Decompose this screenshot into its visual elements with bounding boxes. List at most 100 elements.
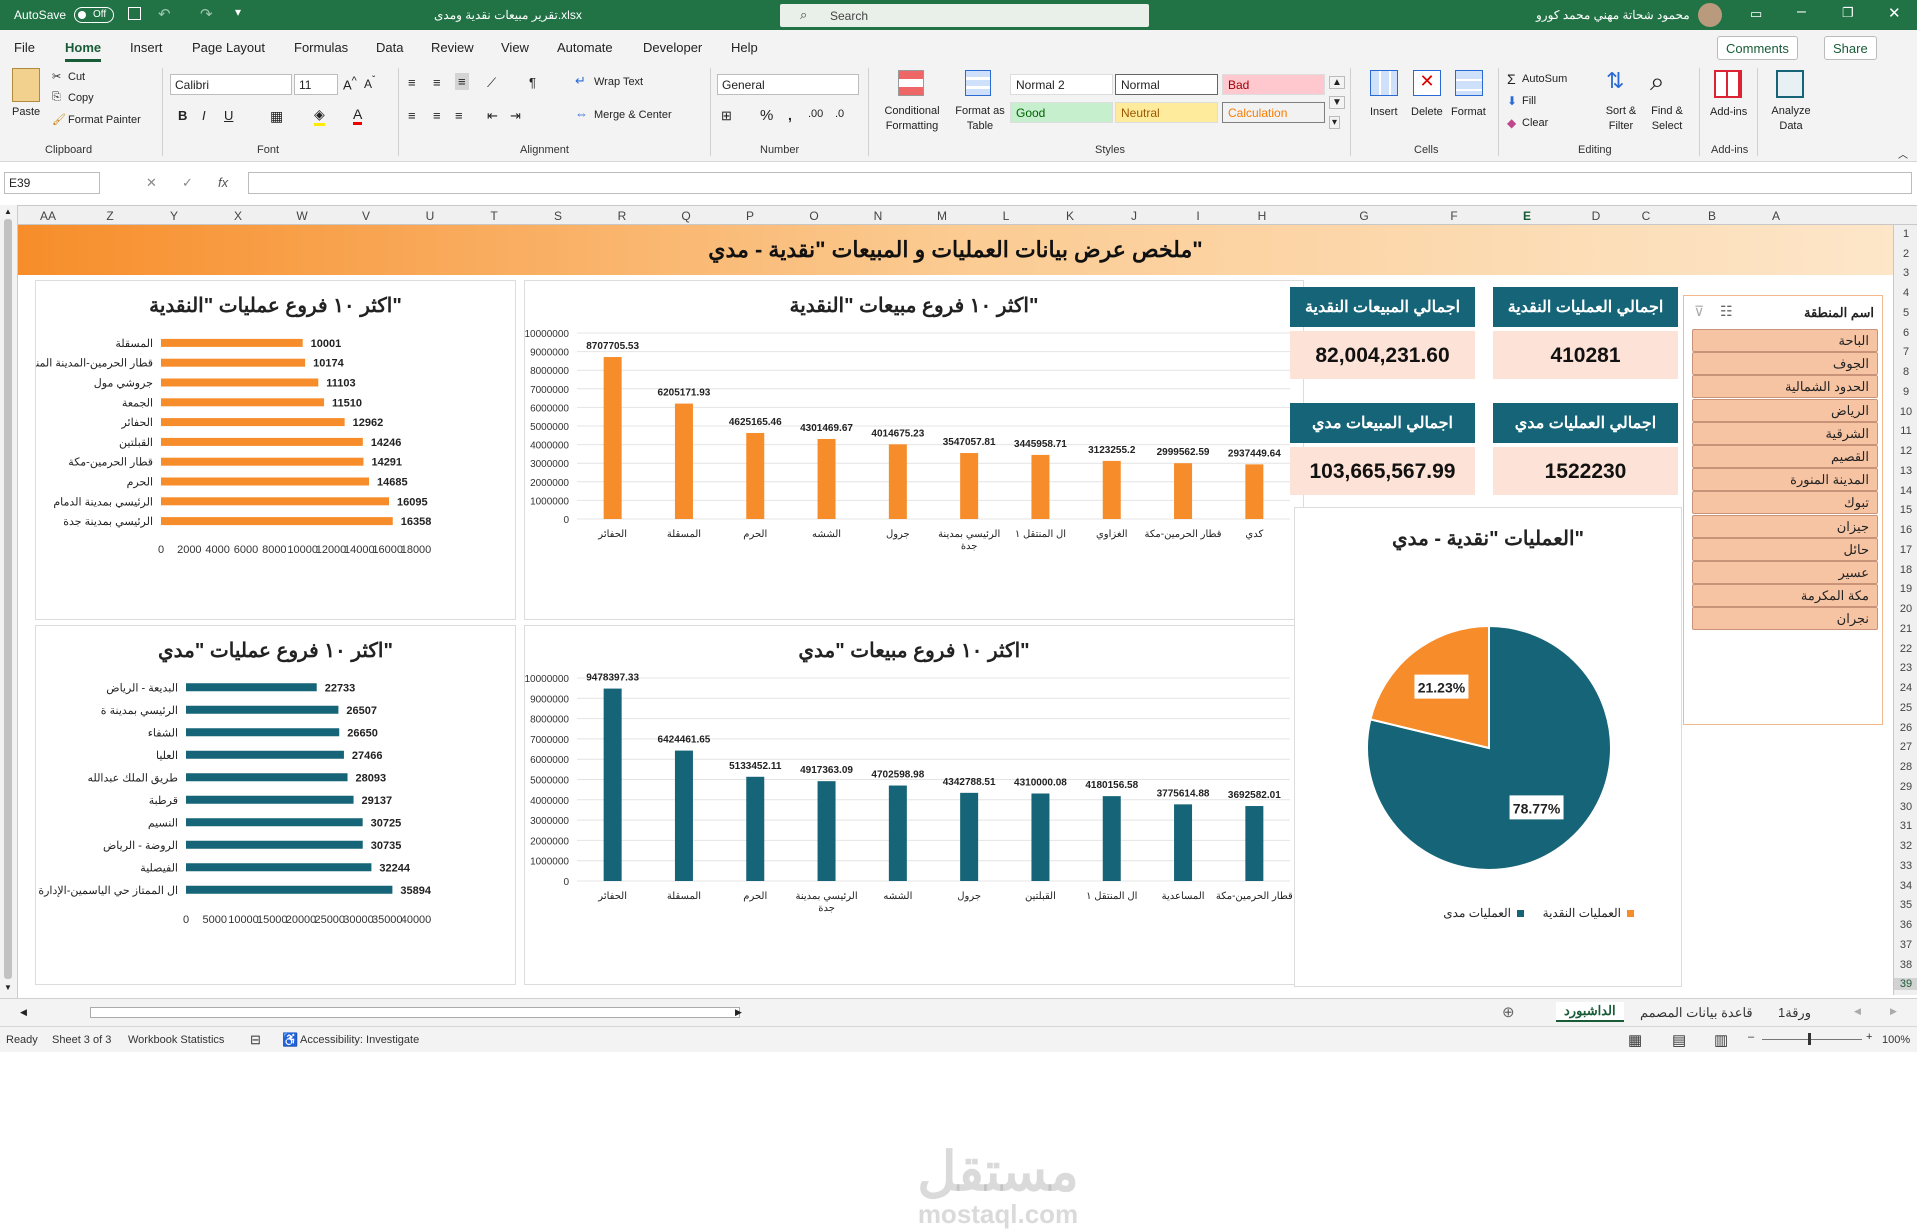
- slicer-item[interactable]: الجوف: [1692, 352, 1878, 376]
- column-header[interactable]: C: [1636, 209, 1656, 223]
- slicer-item[interactable]: نجران: [1692, 607, 1878, 631]
- collapse-ribbon-icon[interactable]: ︿: [1898, 146, 1908, 161]
- row-header[interactable]: 38: [1894, 959, 1917, 971]
- column-header[interactable]: L: [996, 209, 1016, 223]
- style-good[interactable]: Good: [1010, 102, 1113, 123]
- insert-button[interactable]: Insert: [1370, 106, 1398, 118]
- tab-view[interactable]: View: [501, 40, 529, 55]
- restore-icon[interactable]: ❐: [1842, 5, 1854, 21]
- copy-icon[interactable]: ⎘: [52, 91, 61, 104]
- insert-function-icon[interactable]: fx: [218, 175, 228, 190]
- tab-file[interactable]: File: [14, 40, 35, 55]
- slicer-item[interactable]: مكة المكرمة: [1692, 584, 1878, 608]
- vertical-scrollbar[interactable]: ▲ ▼: [0, 205, 18, 998]
- fill-color-icon[interactable]: ◈: [314, 106, 325, 126]
- column-header[interactable]: V: [356, 209, 376, 223]
- redo-icon[interactable]: ↷: [200, 5, 213, 23]
- tab-insert[interactable]: Insert: [130, 40, 163, 55]
- row-header[interactable]: 31: [1894, 820, 1917, 832]
- slicer-item[interactable]: حائل: [1692, 537, 1878, 561]
- row-header[interactable]: 19: [1894, 583, 1917, 595]
- cash-ops-chart-panel[interactable]: اكثر ١٠ فروع عمليات "النقدية" 0 2000 4000 6…: [35, 280, 516, 620]
- tab-automate[interactable]: Automate: [557, 40, 613, 55]
- style-calculation[interactable]: Calculation: [1222, 102, 1325, 123]
- increase-decimal-icon[interactable]: .00: [808, 108, 823, 120]
- enter-icon[interactable]: ✓: [182, 175, 193, 191]
- column-header[interactable]: N: [868, 209, 888, 223]
- zoom-in-icon[interactable]: +: [1866, 1031, 1872, 1043]
- sort-filter-button[interactable]: Sort & Filter: [1598, 104, 1644, 134]
- row-header[interactable]: 29: [1894, 781, 1917, 793]
- worksheet[interactable]: ملخص عرض بيانات العمليات و المبيعات "نقد…: [18, 225, 1893, 1229]
- clear-icon[interactable]: ◆: [1507, 116, 1516, 130]
- conditional-formatting-button[interactable]: Conditional Formatting: [880, 104, 944, 134]
- row-header[interactable]: 20: [1894, 603, 1917, 615]
- paste-icon[interactable]: [12, 68, 40, 102]
- row-header[interactable]: 39: [1894, 978, 1917, 991]
- row-header[interactable]: 12: [1894, 445, 1917, 457]
- comma-icon[interactable]: ,: [788, 107, 792, 123]
- row-header[interactable]: 8: [1894, 366, 1917, 378]
- column-header[interactable]: E: [1517, 209, 1537, 223]
- macro-record-icon[interactable]: ⊟: [250, 1032, 261, 1048]
- column-header[interactable]: J: [1124, 209, 1144, 223]
- percent-icon[interactable]: %: [760, 107, 773, 124]
- sheet-tab-dashboard[interactable]: الداشبورد: [1556, 1002, 1624, 1022]
- number-format-select[interactable]: General: [717, 74, 859, 95]
- column-header[interactable]: D: [1586, 209, 1606, 223]
- column-header[interactable]: H: [1252, 209, 1272, 223]
- column-header[interactable]: P: [740, 209, 760, 223]
- row-header[interactable]: 11: [1894, 425, 1917, 437]
- customize-qat-icon[interactable]: ▾: [235, 5, 241, 19]
- column-header[interactable]: U: [420, 209, 440, 223]
- paste-button[interactable]: Paste: [12, 106, 40, 118]
- delete-cells-icon[interactable]: ✕: [1413, 70, 1441, 96]
- row-header[interactable]: 1: [1894, 228, 1917, 240]
- slicer-item[interactable]: الحدود الشمالية: [1692, 375, 1878, 399]
- column-header[interactable]: X: [228, 209, 248, 223]
- style-normal[interactable]: Normal: [1115, 74, 1218, 95]
- italic-icon[interactable]: I: [202, 108, 206, 123]
- cut-button[interactable]: Cut: [68, 71, 85, 83]
- styles-scroll-up-icon[interactable]: ▲: [1329, 76, 1345, 89]
- scroll-down-icon[interactable]: ▼: [4, 983, 12, 992]
- cancel-icon[interactable]: ✕: [146, 175, 157, 191]
- grow-font-icon[interactable]: A^: [343, 75, 357, 92]
- row-header[interactable]: 28: [1894, 761, 1917, 773]
- accounting-icon[interactable]: ⊞: [721, 108, 732, 124]
- new-sheet-icon[interactable]: ⊕: [1502, 1003, 1515, 1021]
- row-header[interactable]: 13: [1894, 465, 1917, 477]
- underline-icon[interactable]: U: [224, 108, 233, 123]
- add-ins-icon[interactable]: [1714, 70, 1742, 98]
- row-header[interactable]: 33: [1894, 860, 1917, 872]
- orientation-icon[interactable]: ⟋: [487, 75, 496, 91]
- scroll-thumb[interactable]: [4, 219, 12, 979]
- autosum-icon[interactable]: Σ: [1507, 71, 1516, 87]
- tab-formulas[interactable]: Formulas: [294, 40, 348, 55]
- row-header[interactable]: 21: [1894, 623, 1917, 635]
- align-right-icon[interactable]: ≡: [455, 108, 463, 123]
- insert-cells-icon[interactable]: [1370, 70, 1398, 96]
- column-header[interactable]: I: [1188, 209, 1208, 223]
- merge-icon[interactable]: ⇔: [575, 106, 588, 121]
- search-box[interactable]: ⌕ Search: [780, 4, 1149, 27]
- multi-select-icon[interactable]: ☷: [1720, 303, 1733, 320]
- column-header[interactable]: M: [932, 209, 952, 223]
- row-header[interactable]: 9: [1894, 386, 1917, 398]
- column-header[interactable]: S: [548, 209, 568, 223]
- minimize-icon[interactable]: –: [1797, 3, 1806, 21]
- row-header[interactable]: 7: [1894, 346, 1917, 358]
- h-scroll-track[interactable]: [90, 1007, 740, 1018]
- region-slicer[interactable]: اسم المنطقة ☷ ⊽ الباحة الجوف الحدود الشمال…: [1683, 295, 1883, 725]
- font-size-select[interactable]: 11: [294, 74, 338, 95]
- align-center-icon[interactable]: ≡: [433, 108, 441, 123]
- styles-scroll-down-icon[interactable]: ▼: [1329, 96, 1345, 109]
- decrease-decimal-icon[interactable]: .0: [835, 108, 844, 120]
- column-header[interactable]: G: [1354, 209, 1374, 223]
- zoom-level[interactable]: 100%: [1882, 1034, 1910, 1046]
- slicer-item[interactable]: الشرقية: [1692, 421, 1878, 445]
- slicer-item[interactable]: تبوك: [1692, 491, 1878, 515]
- close-icon[interactable]: ✕: [1888, 4, 1901, 22]
- accessibility-icon[interactable]: ♿: [282, 1032, 298, 1048]
- ops-pie-chart-panel[interactable]: العمليات "نقدية - مدي" 78.77% 21.23% العمل…: [1294, 507, 1682, 987]
